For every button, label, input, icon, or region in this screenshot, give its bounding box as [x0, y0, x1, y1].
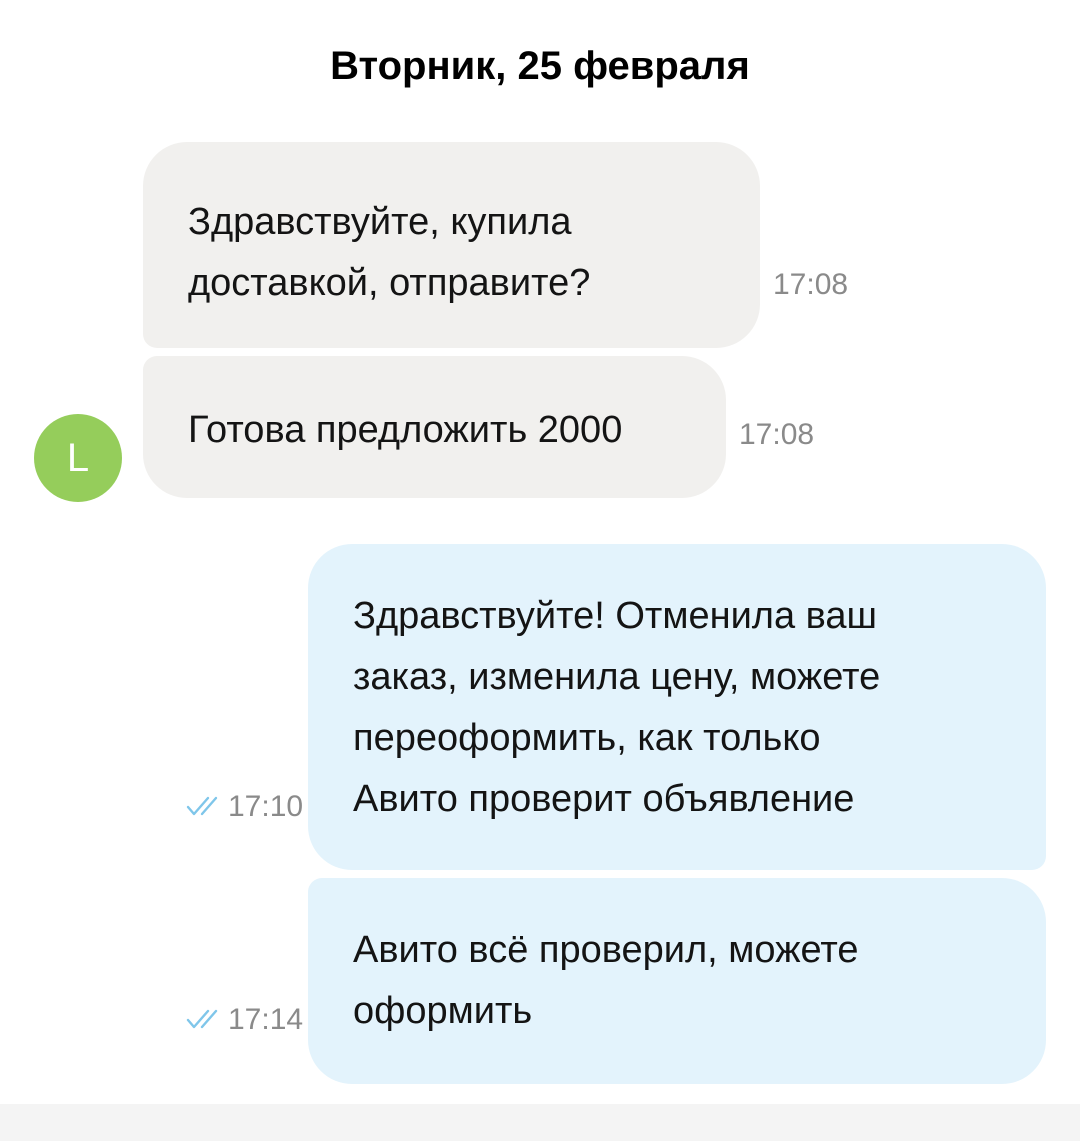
chat-thread: Вторник, 25 февраля Здравствуйте, купила…	[0, 0, 1080, 1141]
message-text-line: оформить	[353, 990, 533, 1032]
message-bubble-outgoing[interactable]: Здравствуйте! Отменила ваш заказ, измени…	[308, 544, 1046, 870]
message-bubble-incoming[interactable]: Готова предложить 2000	[143, 356, 726, 498]
message-text-line: доставкой, отправите?	[188, 262, 591, 304]
message-text-line: Авито проверит объявление	[353, 778, 855, 820]
double-check-icon	[186, 1004, 222, 1038]
avatar[interactable]: L	[34, 414, 122, 502]
message-text-line: Авито всё проверил, можете	[353, 929, 859, 971]
message-text-line: Здравствуйте, купила	[188, 201, 572, 243]
message-meta: 17:14	[186, 1003, 303, 1038]
message-bubble-outgoing[interactable]: Авито всё проверил, можете оформить	[308, 878, 1046, 1084]
message-bubble-incoming[interactable]: Здравствуйте, купила доставкой, отправит…	[143, 142, 760, 348]
message-text-line: заказ, изменила цену, можете	[353, 656, 881, 698]
message-text-line: Готова предложить 2000	[188, 409, 623, 451]
message-meta: 17:10	[186, 790, 303, 825]
message-time: 17:14	[228, 1003, 304, 1036]
bottom-bar	[0, 1104, 1080, 1141]
message-time: 17:10	[228, 790, 304, 823]
double-check-icon	[186, 791, 222, 825]
message-time: 17:08	[739, 418, 815, 451]
message-text-line: Здравствуйте! Отменила ваш	[353, 595, 878, 637]
message-text-line: переоформить, как только	[353, 717, 821, 759]
message-time: 17:08	[773, 268, 849, 301]
date-header: Вторник, 25 февраля	[330, 44, 750, 88]
